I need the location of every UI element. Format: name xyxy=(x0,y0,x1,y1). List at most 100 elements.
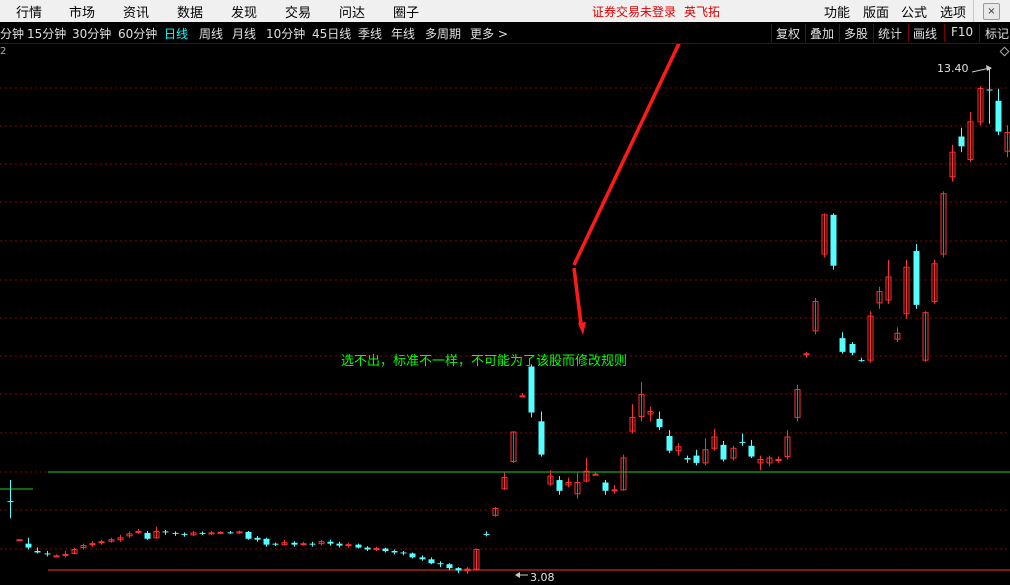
tool-layout[interactable]: 版面 xyxy=(863,2,889,21)
candle xyxy=(620,454,627,491)
period-daily[interactable]: 日线 xyxy=(164,25,188,42)
candle xyxy=(89,541,96,547)
tool-stats[interactable]: 统计 xyxy=(878,25,902,42)
candle xyxy=(400,551,407,556)
candle xyxy=(190,530,197,537)
candle xyxy=(336,541,343,548)
tool-overlay[interactable]: 叠加 xyxy=(810,25,834,42)
tool-multistock[interactable]: 多股 xyxy=(844,25,868,42)
candle-body xyxy=(373,548,380,551)
candle xyxy=(345,542,352,548)
menu-faxian[interactable]: 发现 xyxy=(231,2,257,21)
kline-chart[interactable] xyxy=(0,44,1010,585)
trade-login-status[interactable]: 证券交易未登录 xyxy=(592,3,676,20)
menu-shichang[interactable]: 市场 xyxy=(69,2,95,21)
candle-body xyxy=(830,214,837,266)
candle-body xyxy=(327,541,334,544)
toolbar-divider xyxy=(944,24,945,42)
candle-body xyxy=(364,547,371,550)
candle-body xyxy=(995,100,1002,132)
period-multi[interactable]: 多周期 xyxy=(425,25,461,42)
candle xyxy=(245,530,252,540)
candle-body xyxy=(62,553,69,556)
candle-body xyxy=(34,551,41,553)
candle xyxy=(748,439,755,459)
candle-body xyxy=(172,532,179,534)
candle xyxy=(656,411,663,431)
candle-body xyxy=(986,89,993,91)
period-60min[interactable]: 60分钟 xyxy=(118,25,157,42)
candle xyxy=(830,213,837,270)
candle-body xyxy=(803,353,810,356)
candle-body xyxy=(684,458,691,460)
menu-hangqing[interactable]: 行情 xyxy=(16,2,42,21)
candle xyxy=(858,357,865,362)
tool-f10[interactable]: F10 xyxy=(951,25,973,39)
period-30min[interactable]: 30分钟 xyxy=(72,25,111,42)
period-quarterly[interactable]: 季线 xyxy=(358,25,382,42)
candle xyxy=(419,555,426,561)
candle xyxy=(382,547,389,553)
low-price-pointer xyxy=(515,572,528,578)
candle xyxy=(583,458,590,483)
candle xyxy=(849,342,856,356)
period-monthly[interactable]: 月线 xyxy=(232,25,256,42)
high-price-label: 13.40 xyxy=(937,62,969,75)
period-weekly[interactable]: 周线 xyxy=(199,25,223,42)
candle xyxy=(556,476,563,495)
candle-body xyxy=(913,251,920,305)
candle xyxy=(437,561,444,568)
period-more[interactable]: 更多 > xyxy=(470,25,508,42)
candle-body xyxy=(538,421,545,455)
candle-body xyxy=(272,543,279,545)
candle-body xyxy=(409,553,416,558)
candle xyxy=(300,541,307,546)
candle xyxy=(995,88,1002,136)
candle xyxy=(766,455,773,467)
low-price-label: 3.08 xyxy=(530,571,555,584)
candle xyxy=(455,567,462,574)
menu-quanzi[interactable]: 圈子 xyxy=(393,2,419,21)
period-minute[interactable]: 分钟 xyxy=(0,25,24,42)
candle xyxy=(44,551,51,557)
period-45day[interactable]: 45日线 xyxy=(312,25,351,42)
tool-drawline[interactable]: 画线 xyxy=(913,25,937,42)
candle-body xyxy=(89,543,96,546)
candle-body xyxy=(7,501,14,503)
menu-wenda[interactable]: 问达 xyxy=(339,2,365,21)
candle-body xyxy=(611,489,618,492)
tool-formula[interactable]: 公式 xyxy=(901,2,927,21)
menu-shuju[interactable]: 数据 xyxy=(177,2,203,21)
candle xyxy=(327,539,334,546)
menu-jiaoyi[interactable]: 交易 xyxy=(285,2,311,21)
candle-body xyxy=(739,441,746,443)
window-close-icon[interactable]: × xyxy=(983,3,1000,20)
candle xyxy=(720,440,727,462)
tool-function[interactable]: 功能 xyxy=(824,2,850,21)
period-10min[interactable]: 10分钟 xyxy=(266,25,305,42)
candle xyxy=(602,480,609,495)
candle xyxy=(162,529,169,535)
period-yearly[interactable]: 年线 xyxy=(391,25,415,42)
candle xyxy=(702,438,709,466)
candle-body xyxy=(98,541,105,544)
menu-zixun[interactable]: 资讯 xyxy=(123,2,149,21)
candle-body xyxy=(217,531,224,534)
candle xyxy=(473,548,480,571)
annotation-text: 选不出，标准不一样，不可能为了该股而修改规则 xyxy=(341,354,628,369)
tool-mark[interactable]: 标记 xyxy=(985,25,1009,42)
candle xyxy=(913,244,920,309)
candles xyxy=(7,69,1010,574)
candle-body xyxy=(245,531,252,539)
candle xyxy=(666,430,673,454)
candle xyxy=(217,530,224,534)
period-15min[interactable]: 15分钟 xyxy=(27,25,66,42)
candle-body xyxy=(25,543,32,548)
tool-options[interactable]: 选项 xyxy=(940,2,966,21)
candle-body xyxy=(391,551,398,553)
candle xyxy=(592,472,599,476)
candle xyxy=(355,543,362,549)
candle xyxy=(510,431,517,463)
candle xyxy=(483,531,490,537)
tool-fuquan[interactable]: 复权 xyxy=(776,25,800,42)
